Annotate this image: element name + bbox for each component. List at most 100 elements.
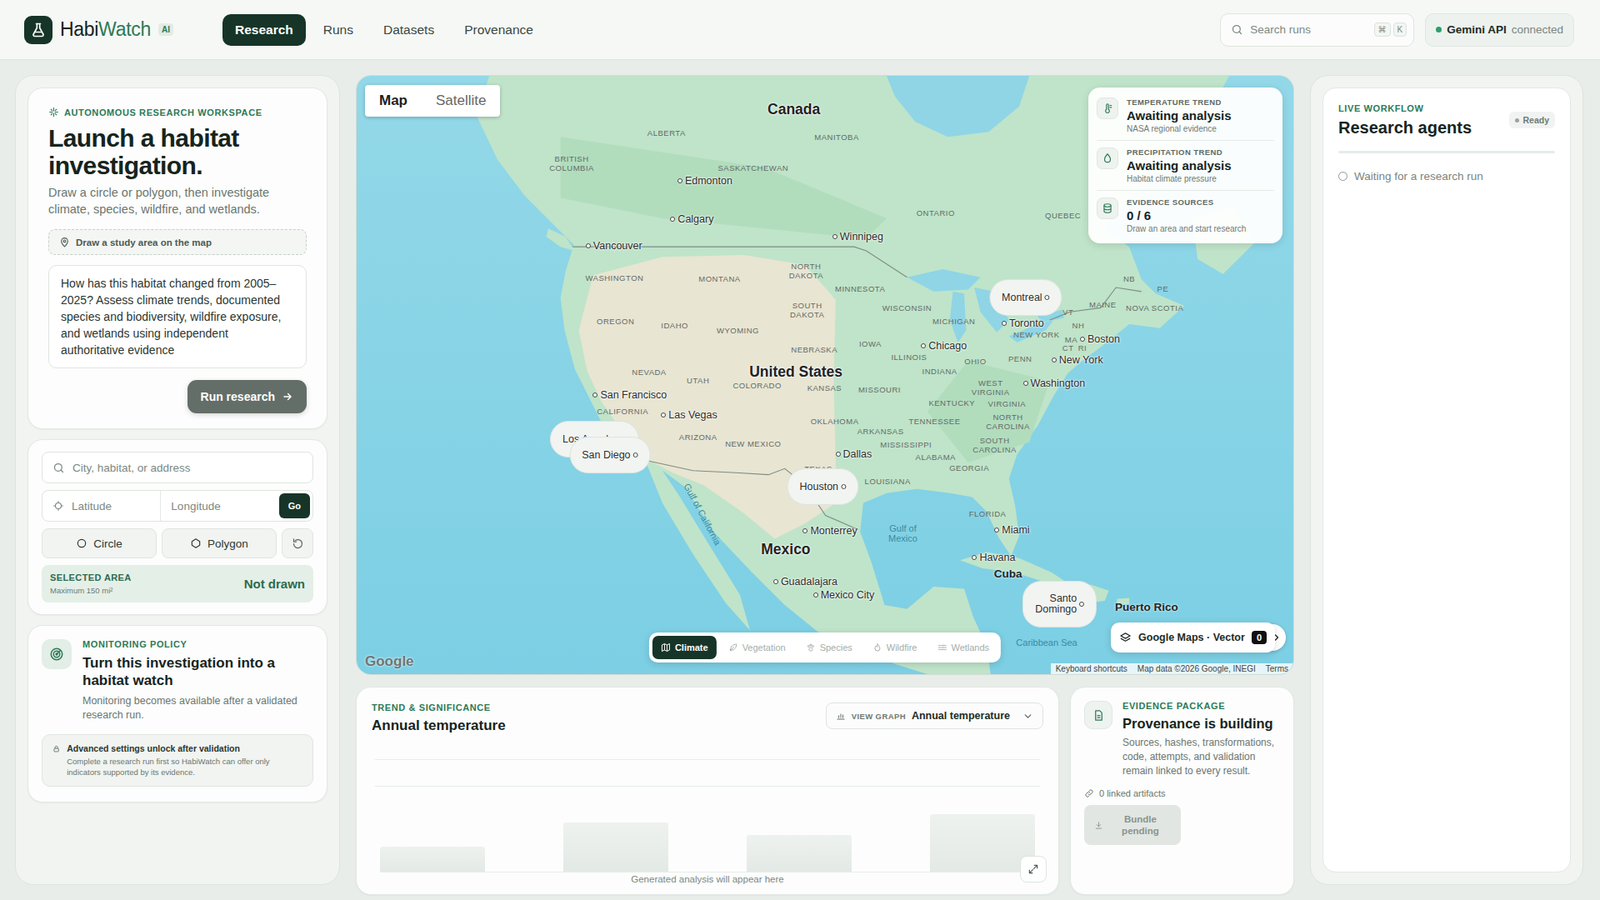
city-label[interactable]: Boston <box>1080 333 1120 345</box>
city-dot <box>971 555 977 560</box>
run-research-button[interactable]: Run research <box>187 380 307 414</box>
draw-tool[interactable]: Circle <box>41 528 157 559</box>
latitude-input[interactable]: Latitude <box>42 490 160 521</box>
draw-hint[interactable]: Draw a study area on the map <box>48 229 307 255</box>
paw-icon <box>805 642 816 653</box>
region-label: KANSAS <box>807 382 843 392</box>
layer-button[interactable]: Vegetation <box>720 635 795 660</box>
flask-logo-icon <box>24 15 53 45</box>
city-label[interactable]: San Diego <box>569 436 650 474</box>
city-label[interactable]: Toronto <box>1001 317 1045 330</box>
city-label[interactable]: Santo Domingo <box>1022 580 1097 628</box>
map-type-button[interactable]: Satellite <box>421 85 500 117</box>
evidence-card: EVIDENCE PACKAGE Provenance is building … <box>1070 686 1295 895</box>
layer-button[interactable]: Wetlands <box>928 635 998 660</box>
research-prompt[interactable]: How has this habitat changed from 2005–2… <box>48 265 307 369</box>
brand-name: HabiWatch <box>60 18 151 41</box>
city-label[interactable]: Houston <box>787 468 860 505</box>
region-label: OKLAHOMA <box>810 415 860 425</box>
draw-tool[interactable]: Polygon <box>161 528 277 559</box>
region-label: SOUTH CAROLINA <box>972 435 1017 455</box>
api-status: Gemini API connected <box>1425 13 1575 47</box>
bundle-button[interactable]: Bundle pending <box>1084 805 1181 845</box>
brand[interactable]: HabiWatch AI <box>24 15 223 45</box>
layer-button[interactable]: Climate <box>652 635 717 660</box>
evidence-title: Provenance is building <box>1122 715 1280 732</box>
region-label: NOVA SCOTIA <box>1125 303 1184 313</box>
monitoring-title: Turn this investigation into a habitat w… <box>82 654 314 690</box>
city-label[interactable]: Montreal <box>989 279 1063 316</box>
country-label: United States <box>749 363 843 381</box>
map-type-button[interactable]: Map <box>365 85 422 117</box>
layer-button[interactable]: Wildfire <box>864 635 926 660</box>
city-label[interactable]: Mexico City <box>813 589 875 601</box>
city-label[interactable]: Vancouver <box>585 240 643 252</box>
city-label[interactable]: Miami <box>994 524 1030 536</box>
app: HabiWatch AI ResearchRunsDatasetsProvena… <box>0 0 1600 900</box>
nav-tab[interactable]: Runs <box>310 14 366 46</box>
city-label[interactable]: San Francisco <box>592 389 667 401</box>
attribution-link[interactable]: Terms <box>1265 664 1289 674</box>
region-label: NEW MEXICO <box>725 438 781 448</box>
expand-icon <box>1027 863 1040 875</box>
go-button[interactable]: Go <box>279 493 310 519</box>
nav-tab[interactable]: Research <box>222 14 306 46</box>
analysis-summary: TEMPERATURE TREND Awaiting analysis NASA… <box>1088 87 1283 244</box>
region-label: WISCONSIN <box>882 303 932 313</box>
map[interactable]: BRITISH COLUMBIAALBERTASASKATCHEWANMANIT… <box>355 75 1295 675</box>
city-label[interactable]: Havana <box>971 551 1015 564</box>
city-label[interactable]: New York <box>1051 354 1104 366</box>
city-label[interactable]: Calgary <box>670 213 714 225</box>
region-label: NEBRASKA <box>790 345 838 355</box>
city-label[interactable]: Monterrey <box>802 525 857 537</box>
expand-chart-button[interactable] <box>1020 855 1047 883</box>
island-label: Cuba <box>994 567 1023 580</box>
layer-button[interactable]: Species <box>797 635 861 660</box>
monitoring-card: MONITORING POLICY Turn this investigatio… <box>27 625 328 803</box>
shortcut: ⌘K <box>1374 22 1408 37</box>
region-label: ARIZONA <box>679 432 718 442</box>
region-label: INDIANA <box>922 366 958 376</box>
city-label[interactable]: Chicago <box>920 340 967 352</box>
region-label: OHIO <box>964 355 986 365</box>
launch-title: Launch a habitat investigation. <box>48 124 307 180</box>
map-provider[interactable]: Google Maps · Vector 0 <box>1110 622 1275 653</box>
city-label[interactable]: Dallas <box>835 448 873 460</box>
region-label: IOWA <box>859 339 882 349</box>
attribution-link[interactable]: Keyboard shortcuts <box>1055 664 1128 674</box>
city-label[interactable]: Las Vegas <box>660 409 717 421</box>
region-label: ALBERTA <box>647 128 686 138</box>
region-label: VIRGINIA <box>987 399 1026 409</box>
city-dot <box>813 592 819 598</box>
waves-icon <box>936 642 947 653</box>
city-label[interactable]: Edmonton <box>677 175 733 187</box>
place-search[interactable]: City, habitat, or address <box>41 451 314 484</box>
graph-selector[interactable]: VIEW GRAPH Annual temperature <box>825 702 1044 730</box>
coordinates: Latitude Longitude Go <box>41 490 314 522</box>
status-badge: Ready <box>1509 111 1555 129</box>
summary-row: PRECIPITATION TREND Awaiting analysis Ha… <box>1096 140 1275 191</box>
region-label: WASHINGTON <box>585 272 644 282</box>
document-icon <box>1084 700 1113 730</box>
longitude-input[interactable]: Longitude <box>160 490 279 521</box>
city-dot <box>773 579 779 585</box>
sparkle-icon <box>48 106 60 118</box>
city-dot <box>1023 380 1029 386</box>
search-runs[interactable]: Search runs ⌘K <box>1220 13 1415 47</box>
linked-artifacts: 0 linked artifacts <box>1084 788 1280 799</box>
region-label: WYOMING <box>716 325 760 335</box>
attribution-link[interactable]: Map data ©2026 Google, INEGI <box>1137 664 1256 674</box>
nav-tab[interactable]: Datasets <box>370 14 447 46</box>
city-label[interactable]: Winnipeg <box>832 230 884 243</box>
database-icon <box>1101 202 1114 215</box>
city-label[interactable]: Washington <box>1023 377 1086 390</box>
nav-tab[interactable]: Provenance <box>451 14 546 46</box>
nav-tabs: ResearchRunsDatasetsProvenance <box>222 14 546 46</box>
eyebrow: AUTONOMOUS RESEARCH WORKSPACE <box>48 106 307 118</box>
city-dot <box>802 528 808 534</box>
region-label: CALIFORNIA <box>596 405 649 415</box>
reset-icon <box>291 537 305 550</box>
reset-button[interactable] <box>281 528 314 559</box>
region-label: IDAHO <box>660 320 689 330</box>
city-label[interactable]: Guadalajara <box>773 575 838 588</box>
